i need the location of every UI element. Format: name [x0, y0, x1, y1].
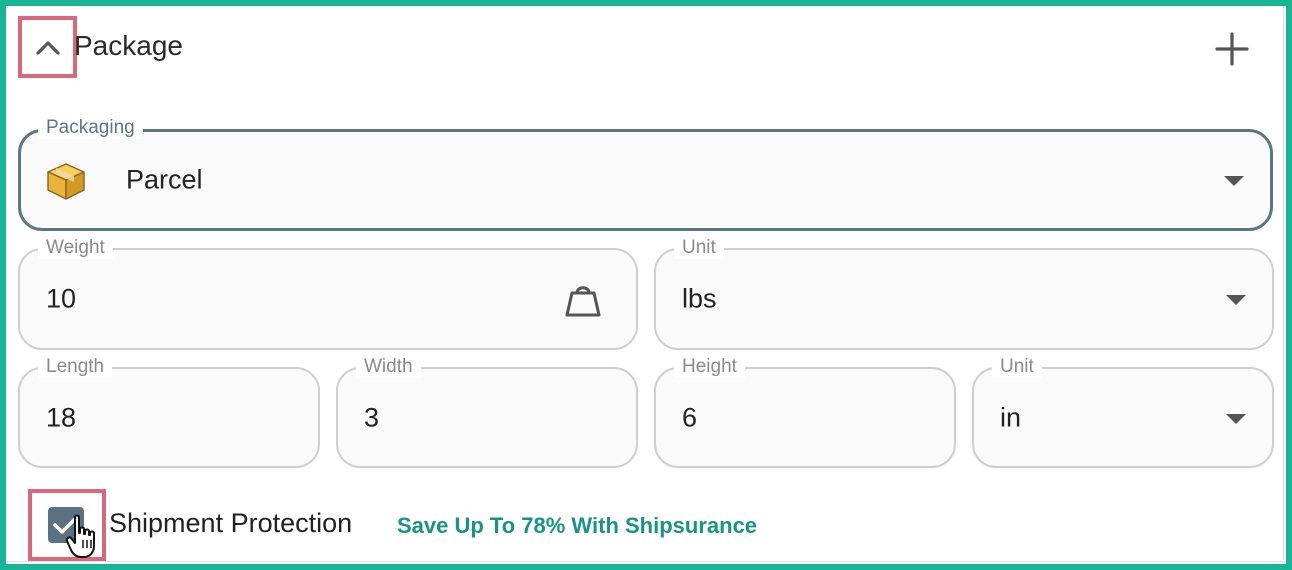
- width-field[interactable]: Width 3: [336, 356, 638, 468]
- height-label: Height: [674, 356, 745, 378]
- width-value: 3: [364, 402, 380, 432]
- length-field[interactable]: Length 18: [18, 356, 320, 468]
- shipsurance-link[interactable]: Save Up To 78% With Shipsurance: [397, 513, 757, 539]
- packaging-select[interactable]: Packaging Parcel: [18, 117, 1273, 231]
- weight-value: 10: [46, 283, 77, 314]
- weight-field[interactable]: Weight 10: [18, 237, 638, 350]
- provider-label: Provider: [52, 562, 123, 564]
- dimension-unit-value: in: [1000, 402, 1022, 432]
- weight-unit-select[interactable]: Unit lbs: [654, 237, 1274, 350]
- add-package-button[interactable]: [1208, 26, 1256, 72]
- height-value: 6: [682, 402, 698, 432]
- chevron-down-icon: [1226, 413, 1246, 424]
- package-panel: Package Packaging Parcel Weight 10 Unit …: [0, 0, 1292, 570]
- shipment-protection-label[interactable]: Shipment Protection: [109, 508, 352, 539]
- section-title: Package: [74, 30, 183, 61]
- hand-cursor-icon: [66, 514, 95, 558]
- chevron-down-icon: [1226, 295, 1246, 305]
- height-field[interactable]: Height 6: [654, 356, 956, 468]
- dimension-unit-label: Unit: [992, 356, 1042, 378]
- length-label: Length: [38, 356, 113, 378]
- box-icon: [45, 160, 87, 207]
- weight-icon: [564, 281, 602, 324]
- dimension-unit-select[interactable]: Unit in: [972, 356, 1274, 468]
- packaging-value: Parcel: [126, 164, 203, 195]
- plus-icon: [1215, 32, 1249, 66]
- packaging-label: Packaging: [38, 117, 143, 139]
- collapse-button-highlight: [18, 16, 77, 78]
- weight-unit-label: Unit: [674, 237, 724, 259]
- length-value: 18: [46, 402, 77, 432]
- weight-label: Weight: [38, 237, 113, 259]
- width-label: Width: [356, 356, 421, 378]
- chevron-down-icon: [1224, 176, 1244, 186]
- weight-unit-value: lbs: [682, 283, 717, 314]
